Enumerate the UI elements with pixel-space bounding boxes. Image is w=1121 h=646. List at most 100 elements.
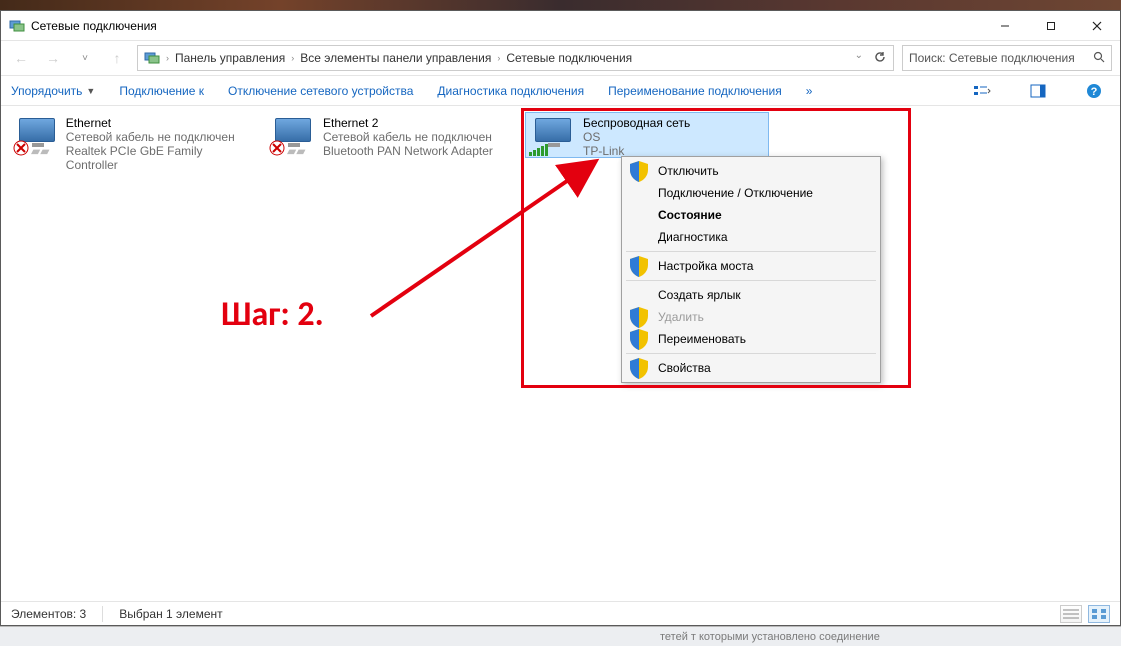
connection-text: Ethernet Сетевой кабель не подключен Rea… [66, 116, 253, 172]
blank-icon [630, 229, 648, 245]
connection-adapter: Realtek PCIe GbE Family Controller [66, 144, 253, 172]
shield-icon [630, 258, 648, 274]
organize-menu[interactable]: Упорядочить▼ [11, 84, 95, 98]
status-item-count: Элементов: 3 [11, 607, 86, 621]
cable-icon: ▰▰ [31, 144, 49, 158]
preview-pane-button[interactable] [1022, 79, 1054, 103]
close-button[interactable] [1074, 11, 1120, 40]
menu-item-rename[interactable]: Переименовать [624, 328, 878, 350]
menu-item-shortcut[interactable]: Создать ярлык [624, 284, 878, 306]
connect-to-button[interactable]: Подключение к [119, 84, 204, 98]
connection-name: Беспроводная сеть [583, 116, 690, 130]
chevron-right-icon: › [497, 53, 500, 63]
blank-icon [630, 207, 648, 223]
status-separator [102, 606, 103, 622]
shield-icon [630, 360, 648, 376]
shield-icon [630, 331, 648, 347]
menu-item-bridge[interactable]: Настройка моста [624, 255, 878, 277]
menu-label: Переименовать [658, 332, 746, 346]
breadcrumb-seg-1[interactable]: Панель управления [175, 51, 285, 65]
window-app-icon [9, 18, 25, 34]
explorer-window: Сетевые подключения ← → ˅ ↑ › Панель упр… [0, 10, 1121, 626]
minimize-button[interactable] [982, 11, 1028, 40]
menu-item-properties[interactable]: Свойства [624, 357, 878, 379]
address-bar-row: ← → ˅ ↑ › Панель управления › Все элемен… [1, 41, 1120, 76]
content-area[interactable]: ▰▰ Ethernet Сетевой кабель не подключен … [1, 106, 1120, 625]
shield-icon [630, 163, 648, 179]
connection-name: Ethernet 2 [323, 116, 493, 130]
menu-label: Свойства [658, 361, 711, 375]
disconnected-x-icon [269, 140, 285, 156]
menu-label: Состояние [658, 208, 722, 222]
toolbar-overflow[interactable]: » [806, 84, 813, 98]
disable-device-button[interactable]: Отключение сетевого устройства [228, 84, 413, 98]
menu-separator [626, 251, 876, 252]
connection-text: Ethernet 2 Сетевой кабель не подключен B… [323, 116, 493, 158]
status-selected: Выбран 1 элемент [119, 607, 222, 621]
command-bar: Упорядочить▼ Подключение к Отключение се… [1, 76, 1120, 106]
network-adapter-icon: ▰▰ [13, 116, 60, 156]
nav-forward-button[interactable]: → [41, 46, 65, 70]
connection-wireless[interactable]: Беспроводная сеть OS TP-Link [529, 116, 769, 158]
addressbar-dropdown-button[interactable]: ⌄ [855, 50, 863, 67]
titlebar-left: Сетевые подключения [1, 18, 157, 34]
search-input[interactable]: Поиск: Сетевые подключения [902, 45, 1112, 71]
chevron-right-icon: › [166, 53, 169, 63]
menu-item-diagnose[interactable]: Диагностика [624, 226, 878, 248]
connection-status: OS [583, 130, 690, 144]
connection-ethernet[interactable]: ▰▰ Ethernet Сетевой кабель не подключен … [13, 116, 253, 172]
rename-connection-button[interactable]: Переименование подключения [608, 84, 782, 98]
blank-icon [630, 185, 648, 201]
menu-label: Отключить [658, 164, 719, 178]
details-view-button[interactable] [1060, 605, 1082, 623]
network-adapter-icon: ▰▰ [269, 116, 317, 156]
refresh-button[interactable] [873, 50, 887, 67]
connection-text: Беспроводная сеть OS TP-Link [583, 116, 690, 158]
connection-status: Сетевой кабель не подключен [66, 130, 253, 144]
network-adapter-icon [529, 116, 577, 156]
nav-back-button[interactable]: ← [9, 46, 33, 70]
window-controls [982, 11, 1120, 40]
menu-item-disconnect[interactable]: Отключить [624, 160, 878, 182]
cable-icon: ▰▰ [287, 144, 305, 158]
menu-separator [626, 280, 876, 281]
menu-item-delete[interactable]: Удалить [624, 306, 878, 328]
menu-label: Удалить [658, 310, 704, 324]
diagnose-button[interactable]: Диагностика подключения [437, 84, 584, 98]
menu-label: Диагностика [658, 230, 728, 244]
menu-separator [626, 353, 876, 354]
context-menu: Отключить Подключение / Отключение Состо… [621, 156, 881, 383]
window-title: Сетевые подключения [31, 19, 157, 33]
background-stripe [0, 0, 1121, 10]
background-partial-text: тетей т которыми установлено соединение [0, 626, 1121, 646]
help-button[interactable]: ? [1078, 79, 1110, 103]
search-icon [1093, 51, 1105, 66]
menu-label: Создать ярлык [658, 288, 741, 302]
shield-icon [630, 309, 648, 325]
annotation-step-label: Шаг: 2. [221, 294, 324, 335]
search-placeholder: Поиск: Сетевые подключения [909, 51, 1075, 65]
menu-label: Подключение / Отключение [658, 186, 813, 200]
nav-up-button[interactable]: ↑ [105, 46, 129, 70]
annotation-arrow [351, 146, 621, 326]
wifi-signal-icon [529, 144, 548, 156]
breadcrumb-seg-2[interactable]: Все элементы панели управления [300, 51, 491, 65]
chevron-right-icon: › [291, 53, 294, 63]
connection-status: Сетевой кабель не подключен [323, 130, 493, 144]
addressbar-right-controls: ⌄ [855, 50, 887, 67]
blank-icon [630, 287, 648, 303]
breadcrumb-seg-3[interactable]: Сетевые подключения [506, 51, 632, 65]
titlebar: Сетевые подключения [1, 11, 1120, 41]
status-bar: Элементов: 3 Выбран 1 элемент [1, 601, 1120, 625]
svg-text:?: ? [1091, 86, 1098, 98]
menu-item-connect-disconnect[interactable]: Подключение / Отключение [624, 182, 878, 204]
menu-item-status[interactable]: Состояние [624, 204, 878, 226]
maximize-button[interactable] [1028, 11, 1074, 40]
disconnected-x-icon [13, 140, 29, 156]
connection-ethernet2[interactable]: ▰▰ Ethernet 2 Сетевой кабель не подключе… [269, 116, 509, 158]
icons-view-button[interactable] [1088, 605, 1110, 623]
breadcrumb-bar[interactable]: › Панель управления › Все элементы панел… [137, 45, 894, 71]
menu-label: Настройка моста [658, 259, 753, 273]
nav-recent-dropdown[interactable]: ˅ [73, 46, 97, 70]
view-options-button[interactable] [966, 79, 998, 103]
